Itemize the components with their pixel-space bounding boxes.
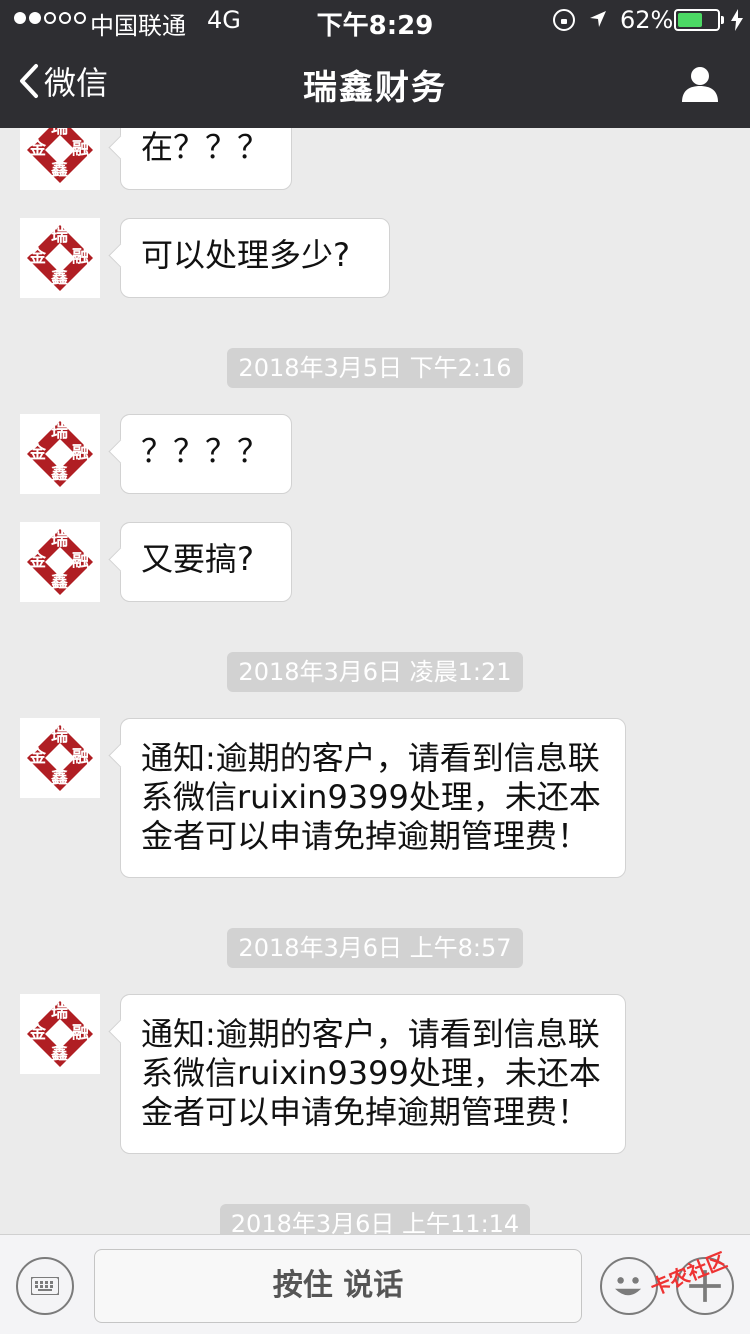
emoji-button[interactable] <box>600 1257 658 1315</box>
avatar-char: 鑫 <box>51 268 68 288</box>
avatar-char: 金 <box>29 247 46 267</box>
chat-title: 瑞鑫财务 <box>303 68 447 108</box>
message-bubble[interactable]: 可以处理多少? <box>120 218 390 298</box>
avatar-char: 鑫 <box>51 572 68 592</box>
message-bubble[interactable]: ？？？？ <box>120 414 292 494</box>
rotation-lock-icon <box>553 9 575 31</box>
nav-bar: 微信 瑞鑫财务 <box>0 40 750 128</box>
message-line: 通知:逾期的客户，请看到信息联 <box>141 1015 600 1053</box>
input-bar: 按住 说话 <box>0 1234 750 1334</box>
timestamp-label: 2018年3月6日 上午11:14 <box>219 1204 531 1234</box>
battery-icon <box>674 9 720 31</box>
profile-icon[interactable] <box>680 64 720 104</box>
avatar-char: 融 <box>72 443 89 463</box>
avatar-char: 金 <box>29 747 46 767</box>
status-bar: 中国联通 4G 下午8:29 62% <box>0 0 750 41</box>
avatar-char: 鑫 <box>51 1044 68 1064</box>
avatar-char: 融 <box>72 139 89 159</box>
avatar[interactable]: 瑞金 融鑫 <box>20 218 100 298</box>
message-bubble[interactable]: 通知:逾期的客户，请看到信息联 系微信ruixin9399处理，未还本 金者可以申请… <box>120 718 626 878</box>
avatar-char: 金 <box>29 139 46 159</box>
message-line: 金者可以申请免掉逾期管理费！ <box>141 1093 590 1131</box>
timestamp-label: 2018年3月6日 上午8:57 <box>227 928 523 968</box>
chat-messages[interactable]: 瑞金融鑫在？？？瑞金融鑫可以处理多少? 2018年3月5日 下午2:16 瑞金融鑫？… <box>0 128 750 1234</box>
avatar-char: 融 <box>72 551 89 571</box>
message-text: 在？？？ <box>141 128 270 166</box>
message-line: 系微信ruixin9399处理，未还本 <box>141 1054 601 1092</box>
avatar[interactable]: 瑞金 融鑫 <box>20 994 100 1074</box>
avatar-char: 瑞 <box>51 422 68 442</box>
timestamp-label: 2018年3月5日 下午2:16 <box>227 348 523 388</box>
top-bar: 中国联通 4G 下午8:29 62% 微信 瑞鑫财务 <box>0 0 750 128</box>
avatar-char: 金 <box>29 443 46 463</box>
message-line: 系微信ruixin9399处理，未还本 <box>141 778 601 816</box>
timestamp: 2018年3月6日 凌晨1:21 <box>0 652 750 692</box>
message-bubble[interactable]: 通知:逾期的客户，请看到信息联 系微信ruixin9399处理，未还本 金者可以申请… <box>120 994 626 1154</box>
timestamp: 2018年3月6日 上午11:14 <box>0 1204 750 1234</box>
avatar[interactable]: 瑞金 融鑫 <box>20 522 100 602</box>
keyboard-icon <box>31 1277 59 1295</box>
location-arrow-icon <box>590 11 606 27</box>
avatar-char: 瑞 <box>51 128 68 138</box>
battery-cap <box>721 16 724 24</box>
avatar-char: 鑫 <box>51 160 68 180</box>
charging-bolt-icon <box>731 9 743 31</box>
keyboard-toggle-button[interactable] <box>16 1257 74 1315</box>
avatar-char: 金 <box>29 1023 46 1043</box>
avatar-char: 鑫 <box>51 768 68 788</box>
timestamp: 2018年3月5日 下午2:16 <box>0 348 750 388</box>
avatar-char: 瑞 <box>51 726 68 746</box>
hold-to-talk-button[interactable]: 按住 说话 <box>94 1249 582 1323</box>
timestamp-label: 2018年3月6日 凌晨1:21 <box>227 652 523 692</box>
message-line: 通知:逾期的客户，请看到信息联 <box>141 739 600 777</box>
battery-level-fill <box>678 13 702 27</box>
avatar-char: 融 <box>72 747 89 767</box>
avatar-char: 金 <box>29 551 46 571</box>
avatar[interactable]: 瑞金 融鑫 <box>20 414 100 494</box>
avatar-char: 瑞 <box>51 530 68 550</box>
message-text: 又要搞? <box>141 540 254 578</box>
message-line: 金者可以申请免掉逾期管理费！ <box>141 817 590 855</box>
message-bubble[interactable]: 在？？？ <box>120 128 292 190</box>
avatar-char: 鑫 <box>51 464 68 484</box>
avatar-char: 融 <box>72 247 89 267</box>
timestamp: 2018年3月6日 上午8:57 <box>0 928 750 968</box>
message-bubble[interactable]: 又要搞? <box>120 522 292 602</box>
message-text: ？？？？ <box>141 432 270 470</box>
avatar[interactable]: 瑞金 融鑫 <box>20 128 100 190</box>
avatar-char: 瑞 <box>51 226 68 246</box>
message-text: 可以处理多少? <box>141 236 350 274</box>
avatar[interactable]: 瑞金 融鑫 <box>20 718 100 798</box>
avatar-char: 融 <box>72 1023 89 1043</box>
avatar-char: 瑞 <box>51 1002 68 1022</box>
battery-percent: 62% <box>620 6 674 34</box>
